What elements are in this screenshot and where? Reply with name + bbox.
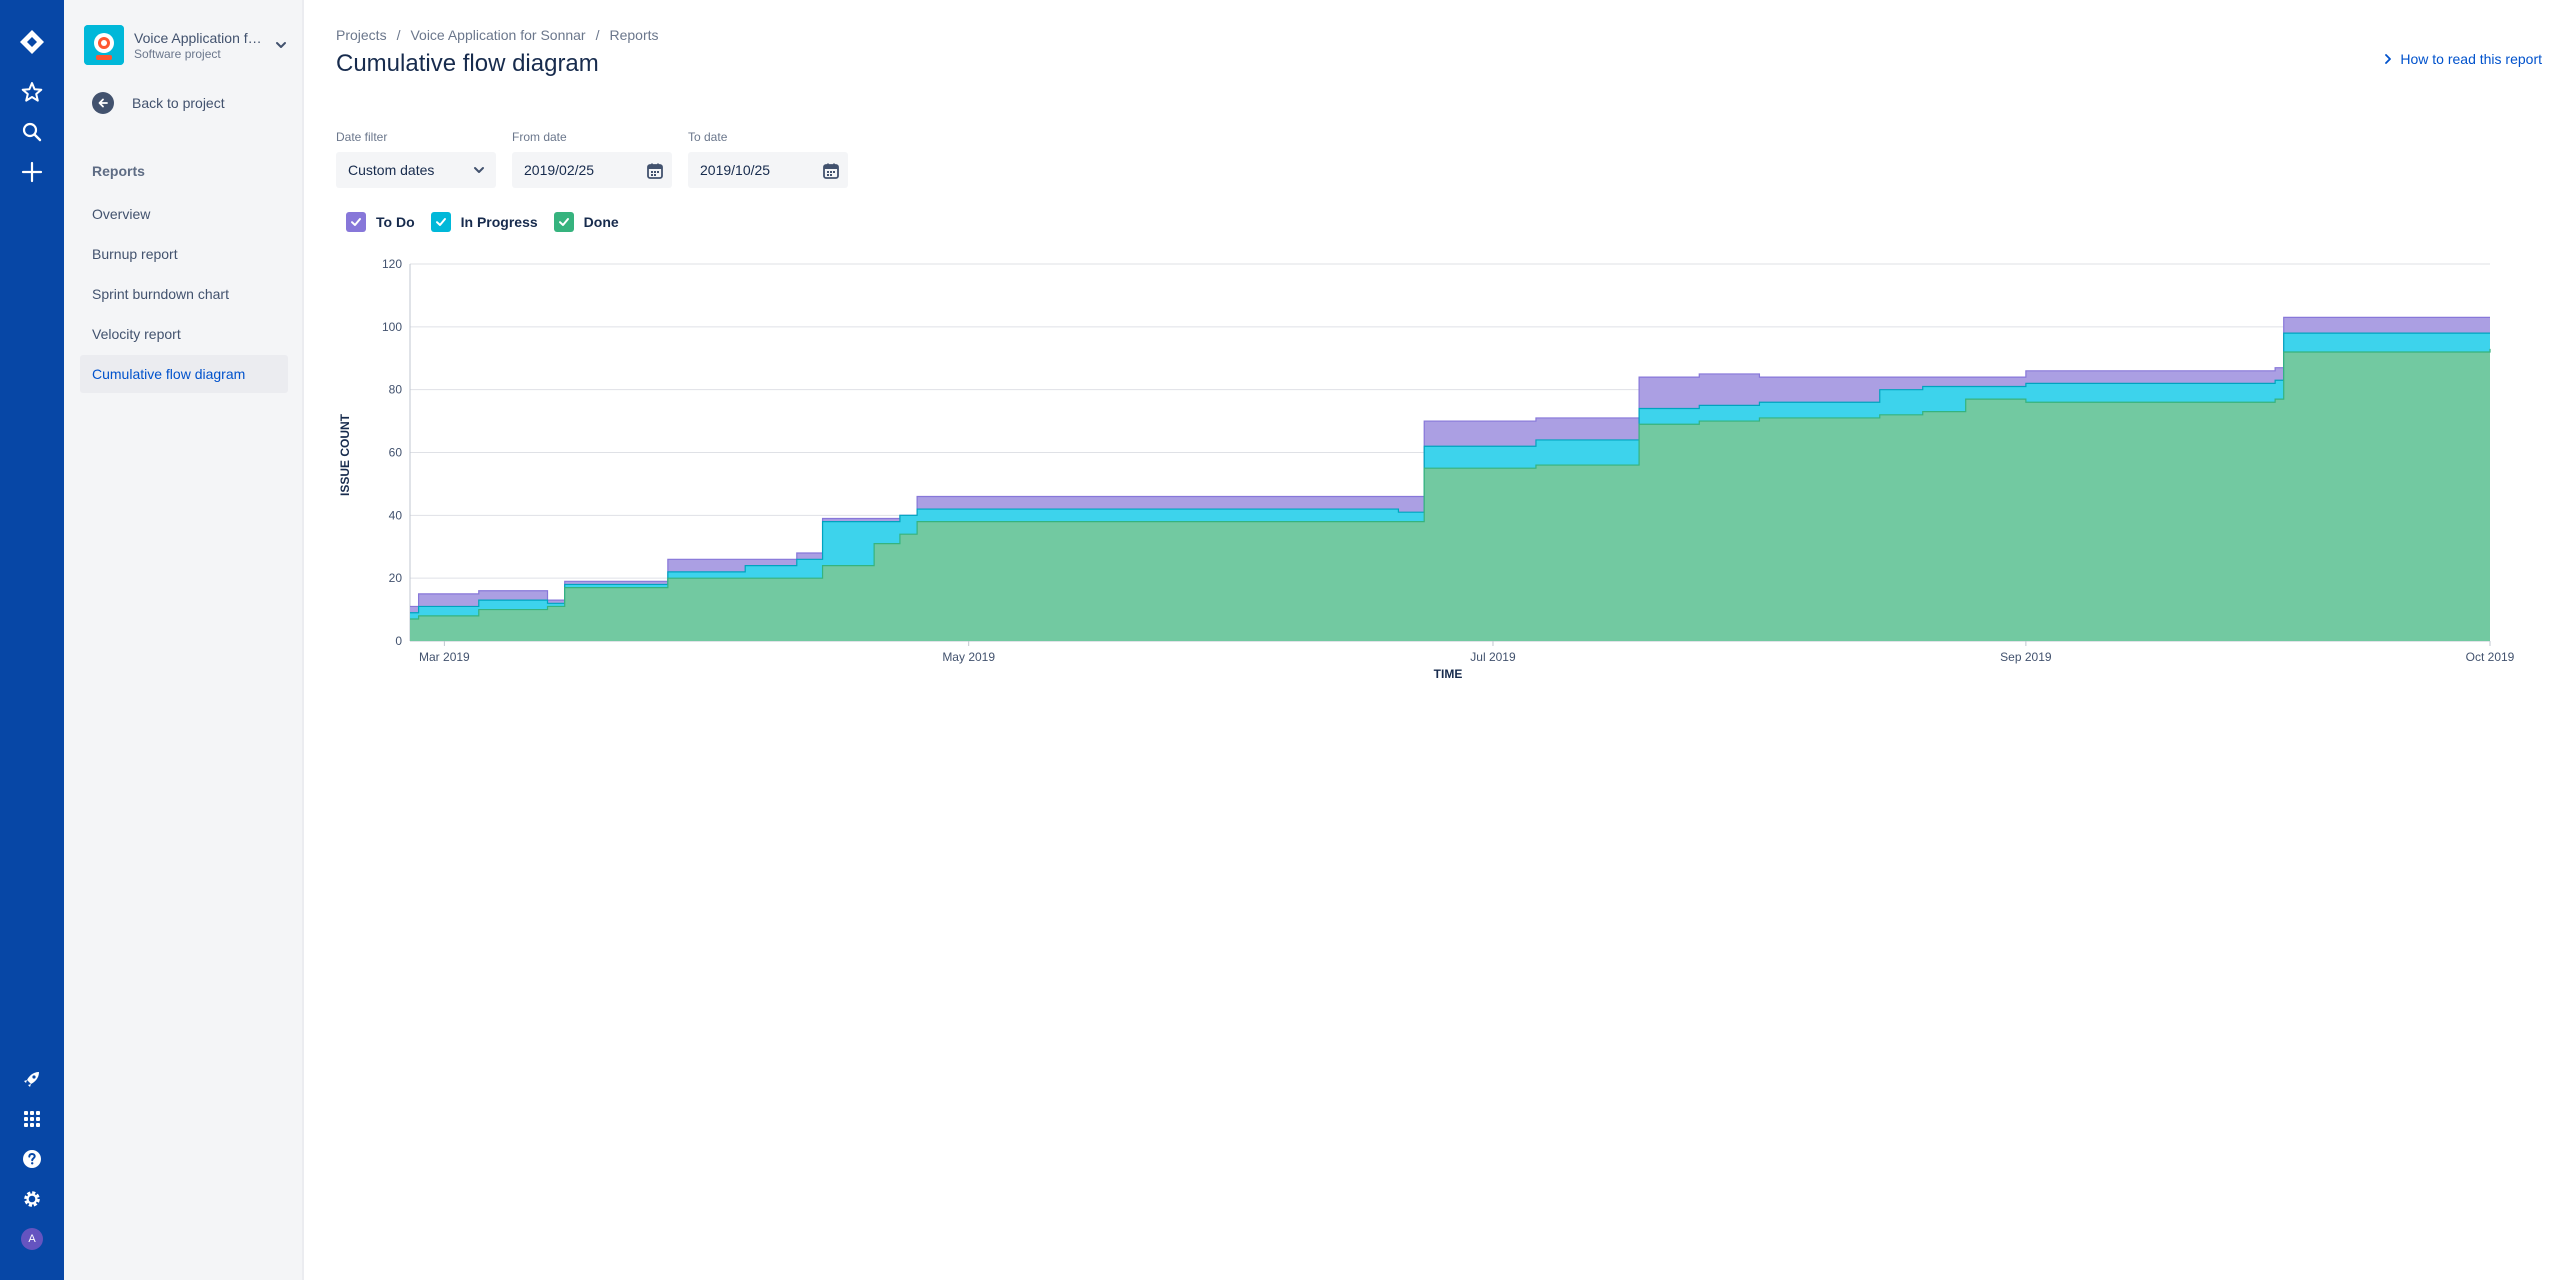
x-tick-label: Oct 2019 — [2466, 650, 2515, 664]
legend-label: Done — [583, 214, 619, 230]
how-to-read-label: How to read this report — [2400, 51, 2542, 67]
sidebar-item-label: Cumulative flow diagram — [92, 366, 246, 382]
breadcrumb-reports[interactable]: Reports — [609, 27, 658, 43]
sidebar-item-label: Burnup report — [92, 246, 178, 262]
y-axis-label: ISSUE COUNT — [338, 413, 352, 496]
from-date-value: 2019/02/25 — [524, 162, 595, 178]
legend-toggle-todo[interactable]: To Do — [346, 212, 415, 232]
page-title: Cumulative flow diagram — [336, 50, 599, 77]
project-type: Software project — [134, 46, 221, 61]
y-tick-label: 0 — [395, 634, 402, 648]
global-nav: A — [0, 0, 64, 1280]
sidebar-section-title: Reports — [92, 163, 145, 179]
calendar-icon[interactable] — [646, 162, 664, 180]
sidebar-item-label: Sprint burndown chart — [92, 286, 229, 302]
back-to-project-label: Back to project — [132, 95, 225, 111]
y-tick-label: 120 — [382, 257, 402, 271]
to-date-label: To date — [688, 130, 728, 144]
sidebar-item-velocity-report[interactable]: Velocity report — [80, 315, 288, 353]
project-avatar-icon — [84, 25, 124, 65]
y-tick-label: 60 — [389, 446, 403, 460]
cumulative-flow-chart-svg: 0 20 40 60 80 100 120 Mar 2019 May 2019 Jul 2019… — [338, 257, 2515, 681]
sidebar-item-label: Velocity report — [92, 326, 181, 342]
date-filter-select[interactable]: Custom dates — [336, 152, 496, 188]
chevron-right-icon — [2385, 54, 2392, 64]
x-tick-label: Sep 2019 — [2000, 650, 2052, 664]
app-switcher-icon[interactable] — [12, 1099, 52, 1139]
project-name: Voice Application for Sonnar — [134, 29, 262, 46]
to-date-input[interactable]: 2019/10/25 — [688, 152, 848, 188]
from-date-label: From date — [512, 130, 567, 144]
x-tick-label: Jul 2019 — [1470, 650, 1516, 664]
sidebar-item-cumulative-flow-diagram[interactable]: Cumulative flow diagram — [80, 355, 288, 393]
from-date-input[interactable]: 2019/02/25 — [512, 152, 672, 188]
x-axis-label: TIME — [1434, 667, 1463, 681]
breadcrumb-projects[interactable]: Projects — [336, 27, 387, 43]
date-filter-value: Custom dates — [348, 162, 435, 178]
create-icon[interactable] — [12, 152, 52, 192]
breadcrumb: Projects / Voice Application for Sonnar … — [336, 27, 659, 43]
chevron-down-icon — [474, 167, 484, 173]
x-tick-label: Mar 2019 — [419, 650, 470, 664]
search-icon[interactable] — [12, 112, 52, 152]
calendar-icon[interactable] — [822, 162, 840, 180]
legend-toggle-in-progress[interactable]: In Progress — [430, 212, 538, 232]
settings-gear-icon[interactable] — [12, 1179, 52, 1219]
chart-legend: To Do In Progress Done — [346, 212, 635, 232]
y-tick-label: 80 — [389, 383, 403, 397]
chevron-down-icon — [276, 42, 286, 48]
date-filter-label: Date filter — [336, 130, 388, 144]
project-sidebar: Voice Application for Sonnar Software pr… — [64, 0, 304, 1280]
y-tick-label: 100 — [382, 320, 402, 334]
star-icon[interactable] — [12, 72, 52, 112]
breadcrumb-project[interactable]: Voice Application for Sonnar — [410, 27, 585, 43]
y-tick-label: 40 — [389, 508, 403, 522]
sidebar-item-burnup-report[interactable]: Burnup report — [80, 235, 288, 273]
help-icon[interactable] — [12, 1139, 52, 1179]
legend-label: In Progress — [460, 214, 538, 230]
rocket-icon[interactable] — [12, 1059, 52, 1099]
x-tick-label: May 2019 — [942, 650, 995, 664]
checkbox-checked-icon[interactable] — [346, 212, 366, 232]
sidebar-item-overview[interactable]: Overview — [80, 195, 288, 233]
arrow-left-icon — [92, 92, 114, 114]
how-to-read-link[interactable]: How to read this report — [2384, 51, 2542, 67]
y-tick-label: 20 — [389, 571, 403, 585]
user-avatar[interactable]: A — [12, 1219, 52, 1259]
sidebar-item-sprint-burndown-chart[interactable]: Sprint burndown chart — [80, 275, 288, 313]
checkbox-checked-icon[interactable] — [430, 212, 451, 232]
legend-toggle-done[interactable]: Done — [553, 212, 619, 232]
avatar-initial: A — [21, 1228, 43, 1250]
checkbox-checked-icon[interactable] — [553, 212, 574, 232]
project-switcher[interactable]: Voice Application for Sonnar Software pr… — [84, 24, 288, 66]
sidebar-item-label: Overview — [92, 206, 151, 222]
back-to-project-link[interactable]: Back to project — [92, 92, 225, 114]
legend-label: To Do — [376, 214, 415, 230]
to-date-value: 2019/10/25 — [700, 162, 771, 178]
cumulative-flow-chart: 0 20 40 60 80 100 120 Mar 2019 May 2019 Jul 2019… — [330, 250, 2550, 705]
jira-logo-icon[interactable] — [12, 22, 52, 62]
